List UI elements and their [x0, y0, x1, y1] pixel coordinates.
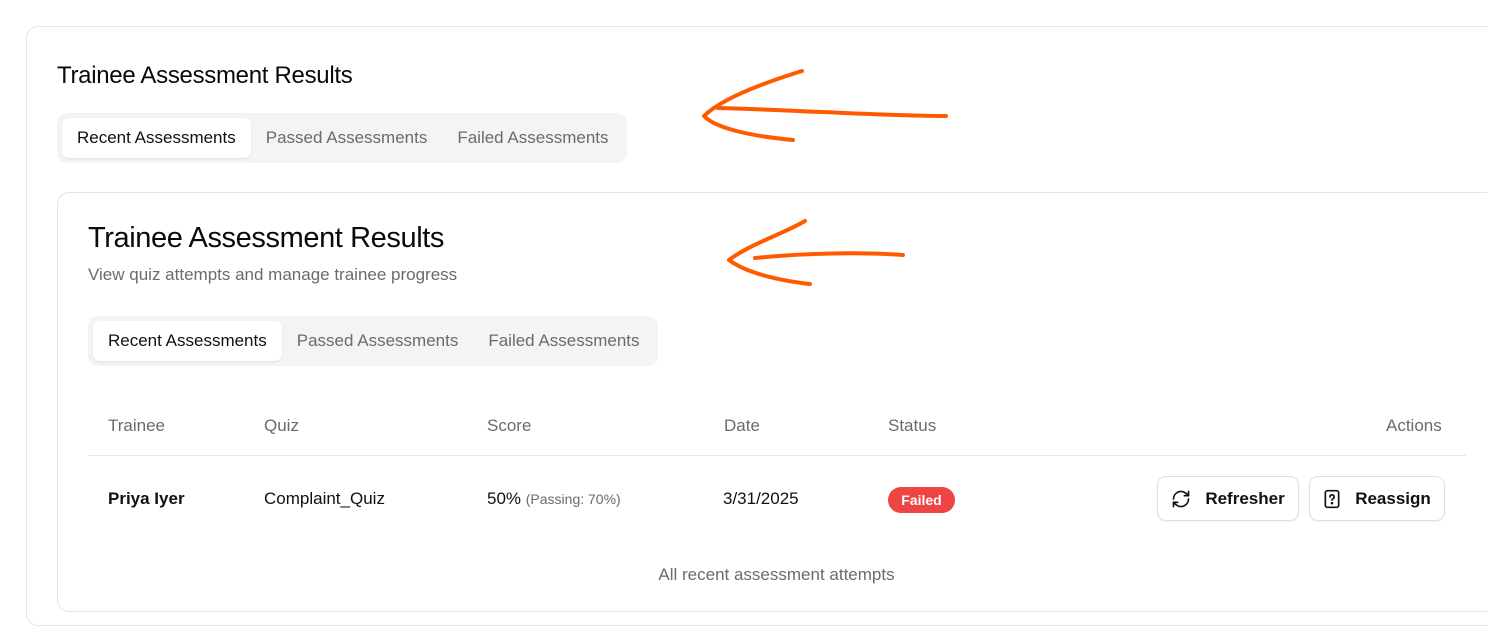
score-cell: 50% (Passing: 70%)	[487, 489, 621, 509]
column-header-actions: Actions	[1386, 416, 1442, 435]
card-tab-passed-assessments[interactable]: Passed Assessments	[282, 321, 474, 361]
quiz-name: Complaint_Quiz	[264, 489, 385, 508]
column-header-quiz: Quiz	[264, 416, 299, 435]
tab-recent-assessments[interactable]: Recent Assessments	[62, 118, 251, 158]
column-header-status: Status	[888, 416, 937, 435]
table-header-divider	[88, 455, 1466, 456]
card-tab-recent-assessments[interactable]: Recent Assessments	[93, 321, 282, 361]
column-header-score: Score	[487, 416, 532, 435]
file-question-icon	[1323, 489, 1341, 509]
passing-threshold: (Passing: 70%)	[525, 491, 621, 507]
annotation-arrow-icon	[702, 69, 948, 142]
reassign-button-label: Reassign	[1355, 488, 1431, 508]
card-subtitle: View quiz attempts and manage trainee pr…	[88, 265, 458, 284]
column-header-date: Date	[724, 416, 760, 435]
tab-failed-assessments[interactable]: Failed Assessments	[442, 118, 623, 158]
card-tab-failed-assessments[interactable]: Failed Assessments	[473, 321, 654, 361]
refresher-button-label: Refresher	[1205, 488, 1285, 508]
column-header-trainee: Trainee	[108, 416, 166, 435]
table-caption: All recent assessment attempts	[658, 565, 895, 584]
assessment-date: 3/31/2025	[723, 489, 799, 508]
status-badge: Failed	[888, 487, 955, 513]
score-value: 50%	[487, 489, 522, 508]
page-title: Trainee Assessment Results	[57, 62, 353, 89]
tab-passed-assessments[interactable]: Passed Assessments	[251, 118, 443, 158]
reassign-button[interactable]: Reassign	[1309, 476, 1445, 521]
outer-tab-list: Recent Assessments Passed Assessments Fa…	[57, 113, 627, 163]
trainee-name: Priya Iyer	[108, 489, 185, 508]
refresh-icon	[1171, 489, 1191, 509]
card-title: Trainee Assessment Results	[88, 222, 445, 254]
refresher-button[interactable]: Refresher	[1157, 476, 1299, 521]
card-tab-list: Recent Assessments Passed Assessments Fa…	[88, 316, 658, 366]
annotation-arrow-icon	[727, 219, 905, 286]
